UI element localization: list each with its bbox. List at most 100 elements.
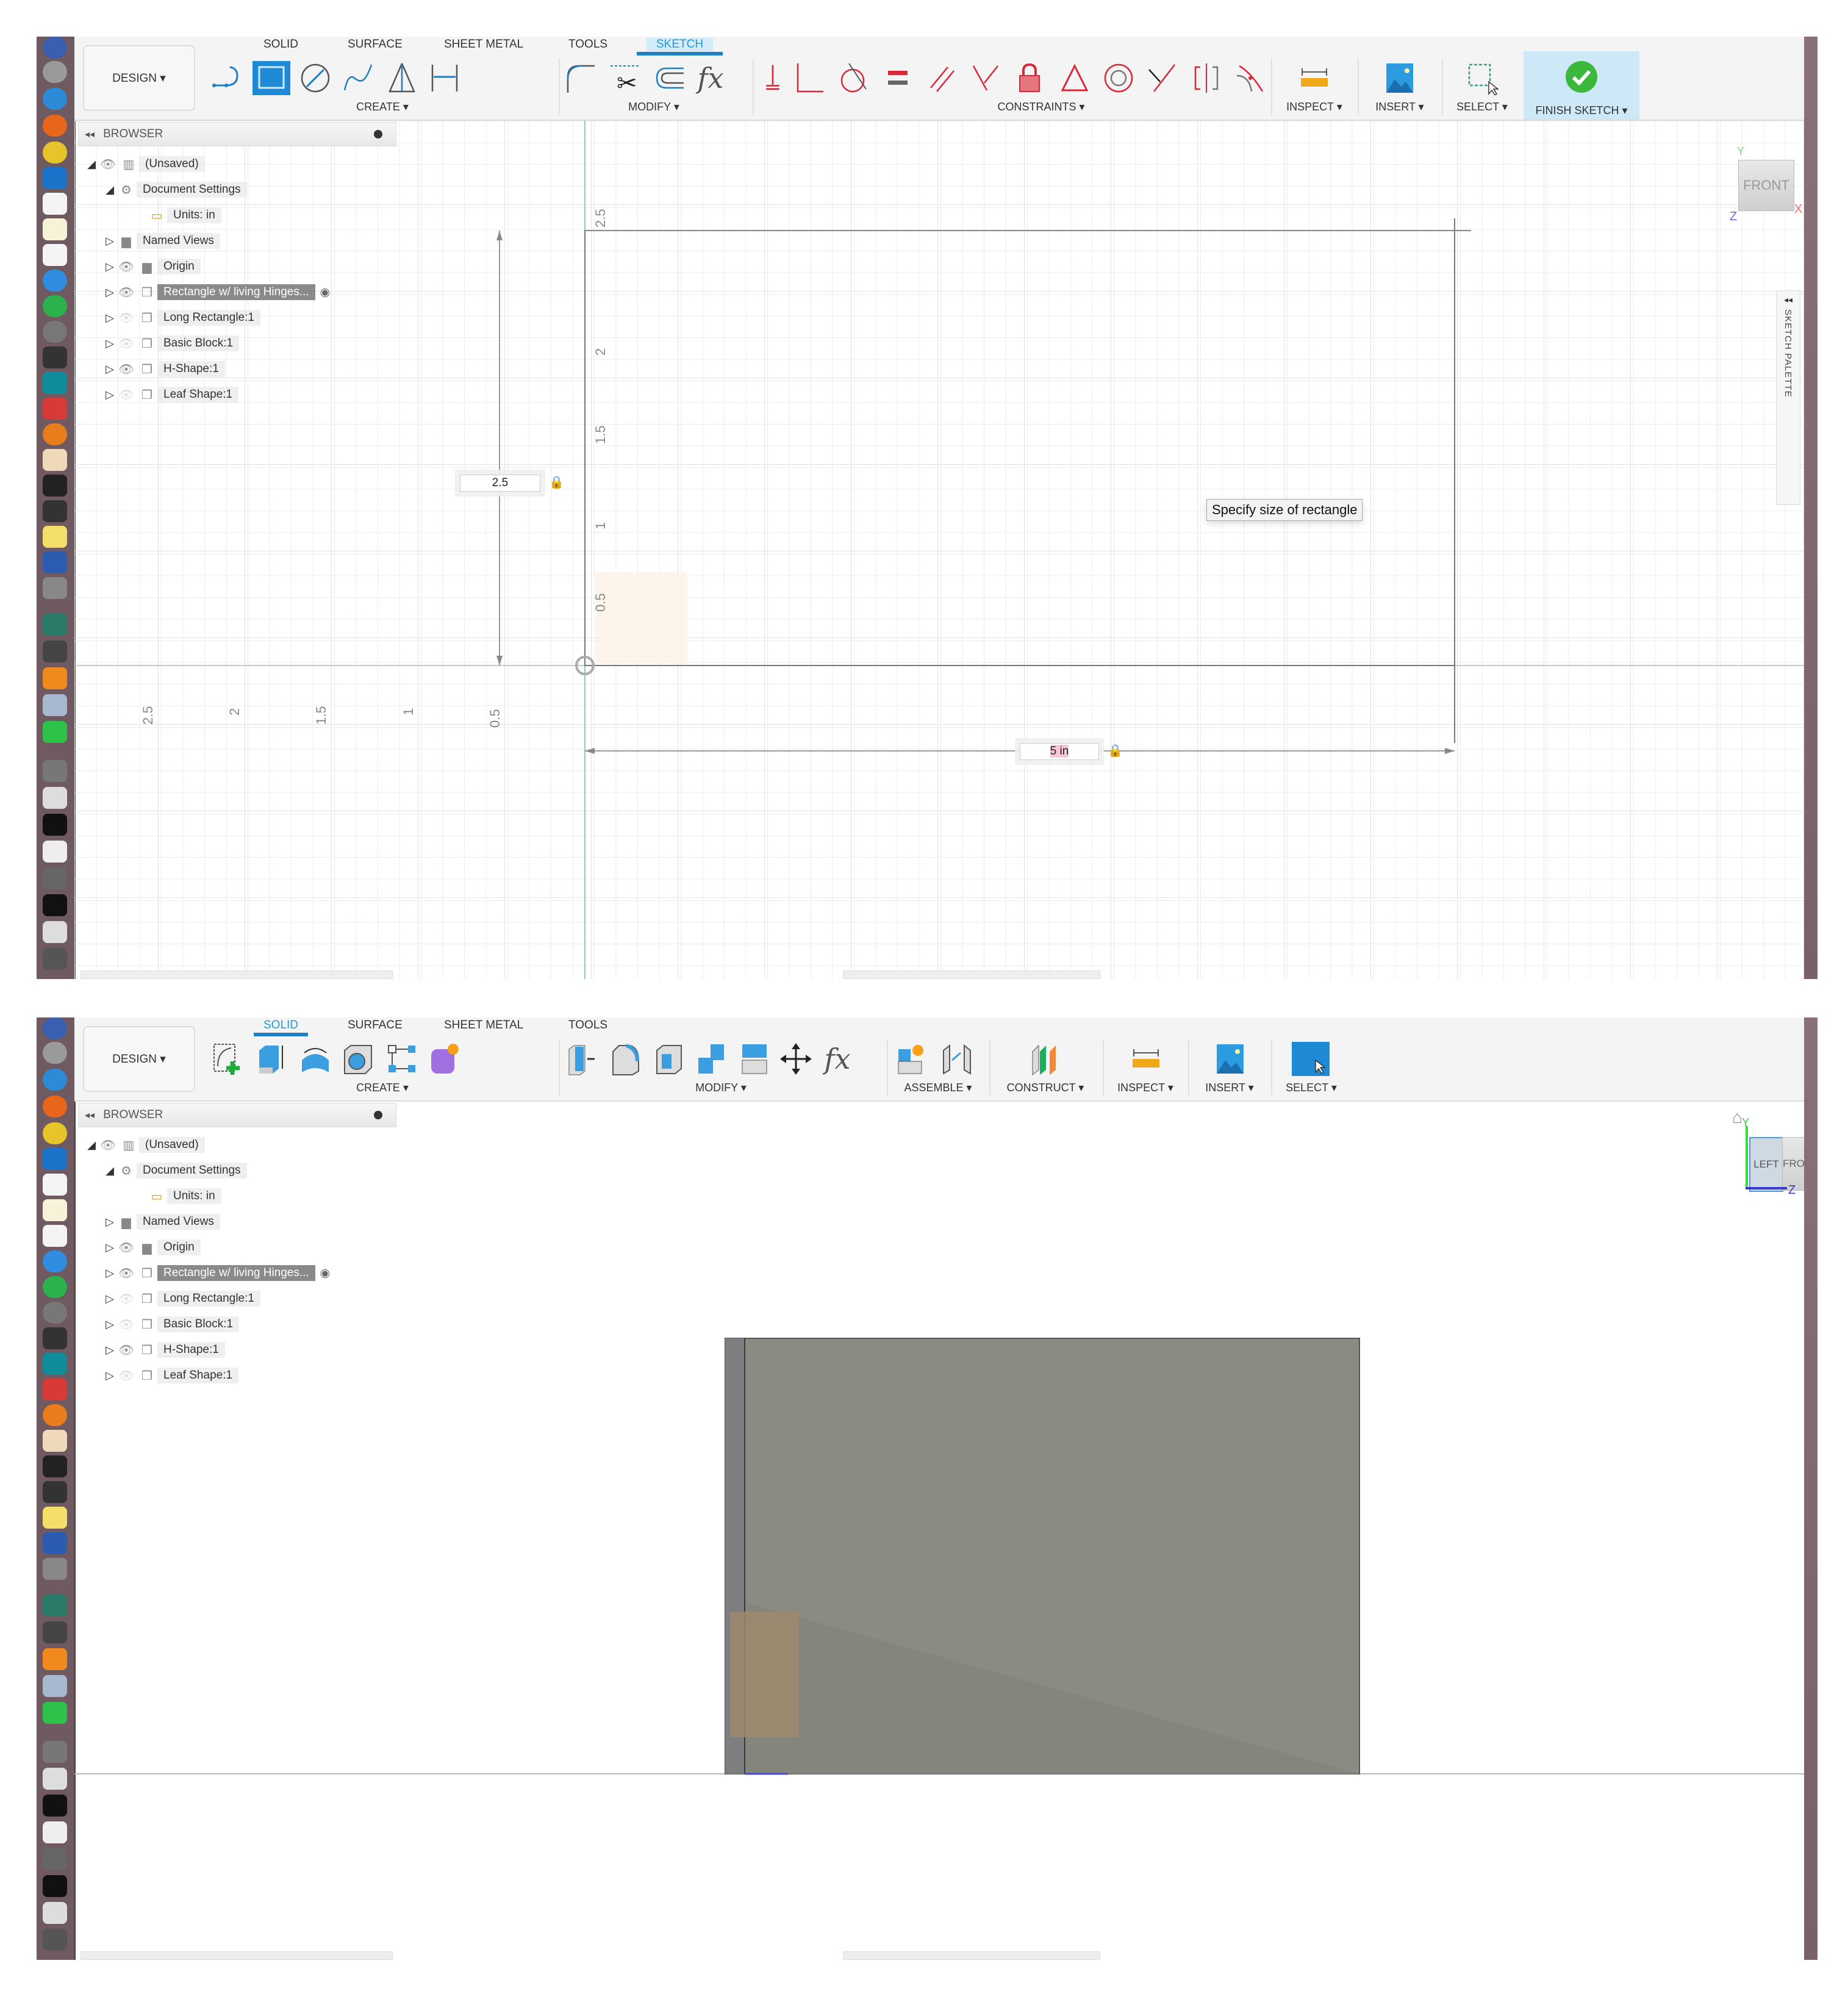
constraints-menu[interactable]: CONSTRAINTS ▾ <box>831 101 1252 113</box>
parallel-icon[interactable] <box>923 61 960 95</box>
sublime-icon[interactable] <box>43 1481 67 1503</box>
blender-icon[interactable] <box>43 423 67 445</box>
curvature-icon[interactable] <box>1232 61 1269 95</box>
create-menu[interactable]: CREATE ▾ <box>209 101 556 113</box>
app-icon[interactable] <box>43 1648 67 1670</box>
expand-arrow-icon[interactable]: ◢ <box>104 184 116 196</box>
expand-arrow-icon[interactable]: ▷ <box>104 1216 116 1229</box>
x-app-icon[interactable] <box>43 640 67 662</box>
insert-menu[interactable]: INSERT ▾ <box>1191 1082 1269 1094</box>
sketch-dimension-icon[interactable] <box>426 61 464 95</box>
window-thumbnail[interactable] <box>43 1929 67 1951</box>
inkscape-icon[interactable] <box>43 346 67 368</box>
system-preferences-icon[interactable] <box>43 321 67 343</box>
inspect-menu[interactable]: INSPECT ▾ <box>1273 101 1355 113</box>
create-sketch-icon[interactable] <box>209 1042 246 1076</box>
notes-icon[interactable] <box>43 1199 67 1221</box>
outlook-icon[interactable] <box>43 1148 67 1170</box>
collapse-browser-icon[interactable]: ◂◂ <box>85 1109 95 1121</box>
browser-item[interactable]: ▷ 👁 ❒ Rectangle w/ living Hinges... ◉ <box>104 282 330 303</box>
offset-icon[interactable] <box>650 61 688 95</box>
finish-sketch-group[interactable]: FINISH SKETCH ▾ <box>1524 51 1639 120</box>
modify-menu[interactable]: MODIFY ▾ <box>562 101 745 113</box>
calendar-icon[interactable] <box>43 193 67 215</box>
lock-icon[interactable] <box>1011 61 1048 95</box>
window-thumbnail[interactable] <box>43 787 67 809</box>
browser-item[interactable]: ▷ 👁 ▆ Origin <box>104 256 201 277</box>
app-icon[interactable] <box>43 577 67 599</box>
viewcube[interactable]: ⌂ Y LEFT FRONT Z ▽ <box>1721 1108 1818 1218</box>
calendar-icon[interactable] <box>43 1174 67 1196</box>
coincident-icon[interactable] <box>792 61 828 95</box>
move-icon[interactable] <box>777 1042 815 1076</box>
expand-arrow-icon[interactable]: ▷ <box>104 1241 116 1254</box>
reminders-icon[interactable] <box>43 244 67 266</box>
visibility-eye-icon[interactable]: 👁 <box>116 1343 137 1358</box>
window-thumbnail[interactable] <box>43 814 67 836</box>
tab-tools[interactable]: TOOLS <box>568 1019 607 1032</box>
chrome-icon[interactable] <box>43 1122 67 1144</box>
terminal-icon[interactable] <box>43 475 67 497</box>
browser-item[interactable]: ▷ ▆ Named Views <box>104 1211 220 1232</box>
facetime-icon[interactable] <box>43 1702 67 1724</box>
visibility-eye-icon[interactable]: 👁 <box>116 285 137 300</box>
finish-sketch-button[interactable]: FINISH SKETCH ▾ <box>1524 104 1639 117</box>
select-icon[interactable] <box>1292 1042 1330 1076</box>
expand-arrow-icon[interactable]: ▷ <box>104 260 116 273</box>
window-thumbnail[interactable] <box>43 921 67 943</box>
window-thumbnail[interactable] <box>43 841 67 863</box>
activate-radio-icon[interactable]: ◉ <box>320 285 331 300</box>
window-thumbnail[interactable] <box>43 1848 67 1870</box>
expand-arrow-icon[interactable]: ▷ <box>104 1344 116 1357</box>
window-thumbnail[interactable] <box>43 894 67 916</box>
create-form-icon[interactable] <box>426 1042 464 1076</box>
expand-arrow-icon[interactable]: ▷ <box>104 337 116 350</box>
terminal-icon[interactable] <box>43 1455 67 1477</box>
window-select-icon[interactable] <box>1463 61 1500 95</box>
hidden-eye-icon[interactable]: 👁 <box>116 1291 137 1307</box>
safari-icon[interactable] <box>43 88 67 110</box>
window-thumbnail[interactable] <box>43 1795 67 1817</box>
height-input[interactable]: 2.5 <box>460 475 540 492</box>
visibility-eye-icon[interactable]: 👁 <box>116 1240 137 1255</box>
browser-item[interactable]: ◢ ⚙ Document Settings <box>104 179 247 200</box>
viewcube-front-face[interactable]: FRONT <box>1738 160 1794 211</box>
stickies-icon[interactable] <box>43 526 67 548</box>
equal-icon[interactable] <box>879 61 916 95</box>
inspect-menu[interactable]: INSPECT ▾ <box>1105 1082 1186 1094</box>
browser-options-icon[interactable] <box>374 130 382 138</box>
horizontal-vertical-icon[interactable] <box>1056 61 1093 95</box>
assemble-menu[interactable]: ASSEMBLE ▾ <box>890 1082 986 1094</box>
combine-icon[interactable] <box>693 1042 731 1076</box>
visibility-eye-icon[interactable]: 👁 <box>116 259 137 274</box>
expand-arrow-icon[interactable]: ◢ <box>85 1139 98 1152</box>
browser-item[interactable]: ▷ 👁 ❒ Basic Block:1 <box>104 333 240 354</box>
spotify-icon[interactable] <box>43 295 67 317</box>
pattern-icon[interactable] <box>383 1042 421 1076</box>
spotify-icon[interactable] <box>43 1276 67 1298</box>
shell-icon[interactable] <box>650 1042 688 1076</box>
expand-icon[interactable]: ◂◂ <box>1784 295 1792 305</box>
window-thumbnail[interactable] <box>43 1875 67 1897</box>
window-thumbnail[interactable] <box>43 1741 67 1763</box>
fx-icon[interactable]: fx <box>818 1042 856 1076</box>
insert-image-icon[interactable] <box>1381 61 1419 95</box>
siri-icon[interactable] <box>43 1017 67 1039</box>
rectangle-icon[interactable] <box>252 61 290 95</box>
app-icon[interactable] <box>43 1595 67 1616</box>
blender-icon[interactable] <box>43 1404 67 1426</box>
launchpad-icon[interactable] <box>43 1042 67 1064</box>
hidden-eye-icon[interactable]: 👁 <box>116 1368 137 1383</box>
firefox-icon[interactable] <box>43 115 67 137</box>
window-thumbnail[interactable] <box>43 948 67 970</box>
window-thumbnail[interactable] <box>43 760 67 782</box>
browser-item[interactable]: ▭ Units: in <box>146 1186 221 1207</box>
app-icon[interactable] <box>43 614 67 636</box>
press-pull-icon[interactable] <box>562 1042 600 1076</box>
width-lock-icon[interactable]: 🔒 <box>1108 744 1123 758</box>
expand-arrow-icon[interactable]: ▷ <box>104 286 116 299</box>
app-icon[interactable] <box>43 1558 67 1580</box>
browser-item[interactable]: ▷ 👁 ▆ Origin <box>104 1237 201 1258</box>
tab-solid[interactable]: SOLID <box>263 38 298 51</box>
browser-item[interactable]: ▷ ▆ Named Views <box>104 231 220 251</box>
